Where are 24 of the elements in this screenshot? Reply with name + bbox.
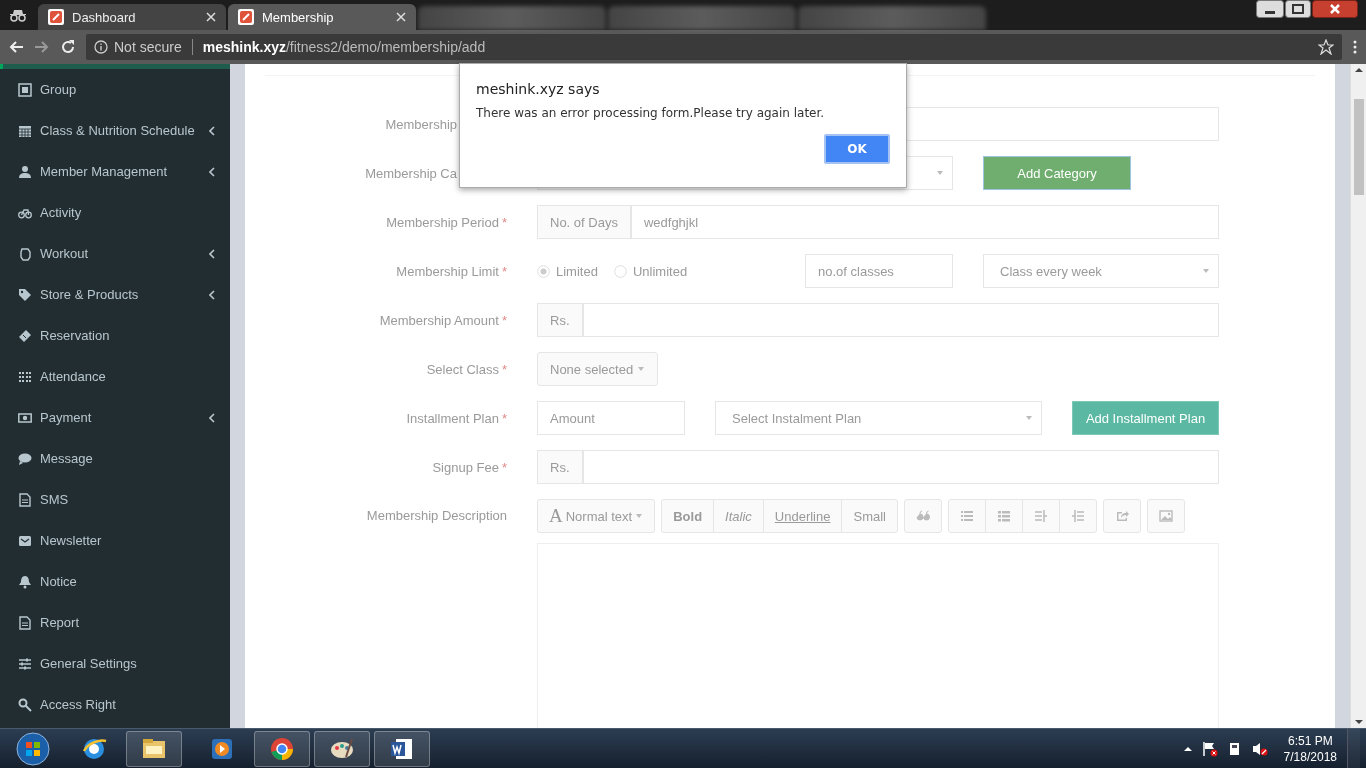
field-label: Membership Limit	[396, 263, 499, 279]
field-label: Signup Fee	[432, 459, 499, 475]
required-mark: *	[501, 214, 507, 230]
field-label: Membership Description	[366, 508, 507, 523]
field-label: Membership Amount	[379, 312, 499, 328]
required-mark: *	[501, 263, 507, 279]
required-mark: *	[501, 459, 507, 475]
required-mark: *	[501, 361, 507, 377]
field-label: Installment Plan	[406, 410, 499, 426]
field-label: Membership	[385, 116, 457, 132]
dialog-message: There was an error processing form.Please try again later.	[476, 106, 826, 120]
field-label: Select Class	[426, 361, 499, 377]
url-text: meshink.xyz/fitness2/demo/membership/add	[202, 39, 486, 55]
input-addon: Rs.	[537, 450, 583, 484]
security-label: Not secure	[114, 39, 182, 55]
input-addon: No. of Days	[537, 205, 631, 239]
required-mark: *	[501, 410, 507, 426]
clock-time: 6:51 PM	[1287, 732, 1333, 749]
dialog-title: meshink.xyz says	[476, 81, 601, 97]
field-label: Membership Ca	[365, 165, 457, 181]
clock-date: 7/18/2018	[1283, 748, 1337, 765]
required-mark: *	[501, 312, 507, 328]
field-label: Membership Period	[386, 214, 499, 230]
input-addon: Rs.	[537, 303, 583, 337]
